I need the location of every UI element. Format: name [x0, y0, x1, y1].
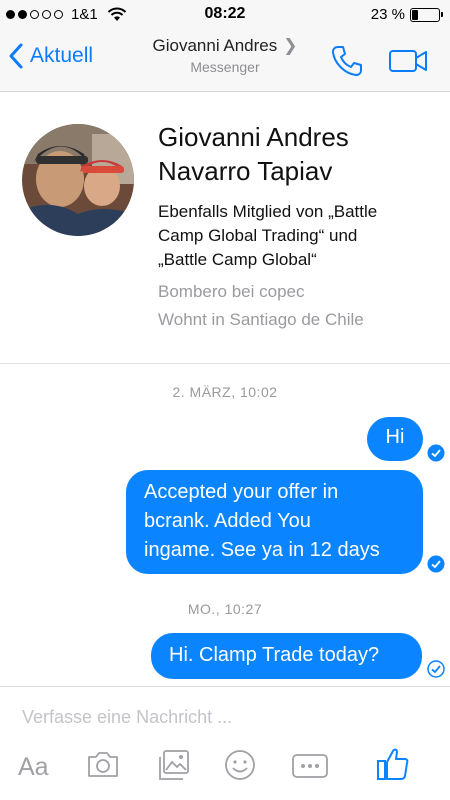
profile-name-line: Navarro Tapiav	[158, 156, 333, 186]
profile-photo	[22, 124, 134, 236]
message-timestamp: 2. MÄRZ, 10:02	[172, 384, 278, 400]
contact-title-button[interactable]: Giovanni Andres ❯ Messenger	[100, 36, 350, 75]
text-format-button[interactable]: Aa	[18, 753, 49, 782]
battery-icon	[410, 7, 443, 22]
message-bubble-sent[interactable]: Accepted your offer in bcrank. Added You…	[126, 470, 423, 574]
mutual-groups-line: Camp Global Trading“ und	[158, 226, 358, 245]
sent-check-icon	[427, 660, 445, 678]
profile-name: Giovanni Andres Navarro Tapiav	[158, 120, 438, 188]
photo-gallery-icon[interactable]	[157, 749, 191, 781]
profile-name-line: Giovanni Andres	[158, 122, 349, 152]
conversation-header: Aktuell Giovanni Andres ❯ Messenger	[0, 30, 450, 92]
profile-location: Wohnt in Santiago de Chile	[158, 310, 364, 329]
avatar[interactable]	[22, 124, 134, 236]
more-icon[interactable]	[292, 754, 328, 778]
message-timestamp: MO., 10:27	[187, 601, 263, 617]
battery-status: 23 %	[370, 6, 443, 23]
message-text: Hi. Clamp Trade today?	[169, 644, 380, 666]
mutual-groups-line: „Battle Camp Global“	[158, 250, 317, 269]
contact-profile: Giovanni Andres Navarro Tapiav Ebenfalls…	[0, 92, 450, 364]
message-text-line: bcrank. Added You	[144, 510, 311, 532]
read-check-icon	[427, 555, 445, 573]
battery-fill	[412, 9, 419, 20]
mutual-groups: Ebenfalls Mitglied von „Battle Camp Glob…	[158, 200, 438, 272]
message-composer: Verfasse eine Nachricht ... Aa	[0, 686, 450, 800]
battery-percent: 23 %	[370, 6, 405, 23]
message-bubble-sent[interactable]: Hi. Clamp Trade today?	[151, 633, 422, 679]
message-bubble-sent[interactable]: Hi	[367, 417, 423, 461]
back-chevron-icon	[9, 43, 23, 69]
message-text: Hi	[385, 426, 405, 448]
contact-name: Giovanni Andres	[152, 36, 278, 55]
back-button[interactable]: Aktuell	[8, 42, 93, 70]
like-thumb-icon[interactable]	[376, 746, 410, 782]
chevron-right-icon: ❯	[283, 36, 298, 55]
back-label: Aktuell	[30, 44, 94, 67]
message-input[interactable]: Verfasse eine Nachricht ...	[22, 707, 232, 728]
mutual-groups-line: Ebenfalls Mitglied von „Battle	[158, 202, 378, 221]
composer-toolbar: Aa	[0, 746, 450, 789]
video-camera-icon[interactable]	[388, 48, 430, 74]
profile-work: Bombero bei copec	[158, 282, 305, 301]
emoji-icon[interactable]	[224, 749, 256, 781]
phone-icon[interactable]	[330, 44, 364, 78]
message-text-line: Accepted your offer in	[144, 481, 339, 503]
camera-icon[interactable]	[86, 749, 120, 779]
read-check-icon	[427, 444, 445, 462]
contact-subtitle: Messenger	[190, 59, 260, 75]
message-text-line: ingame. See ya in 12 days	[144, 539, 380, 561]
status-bar: 1&1 08:22 23 %	[0, 0, 450, 30]
